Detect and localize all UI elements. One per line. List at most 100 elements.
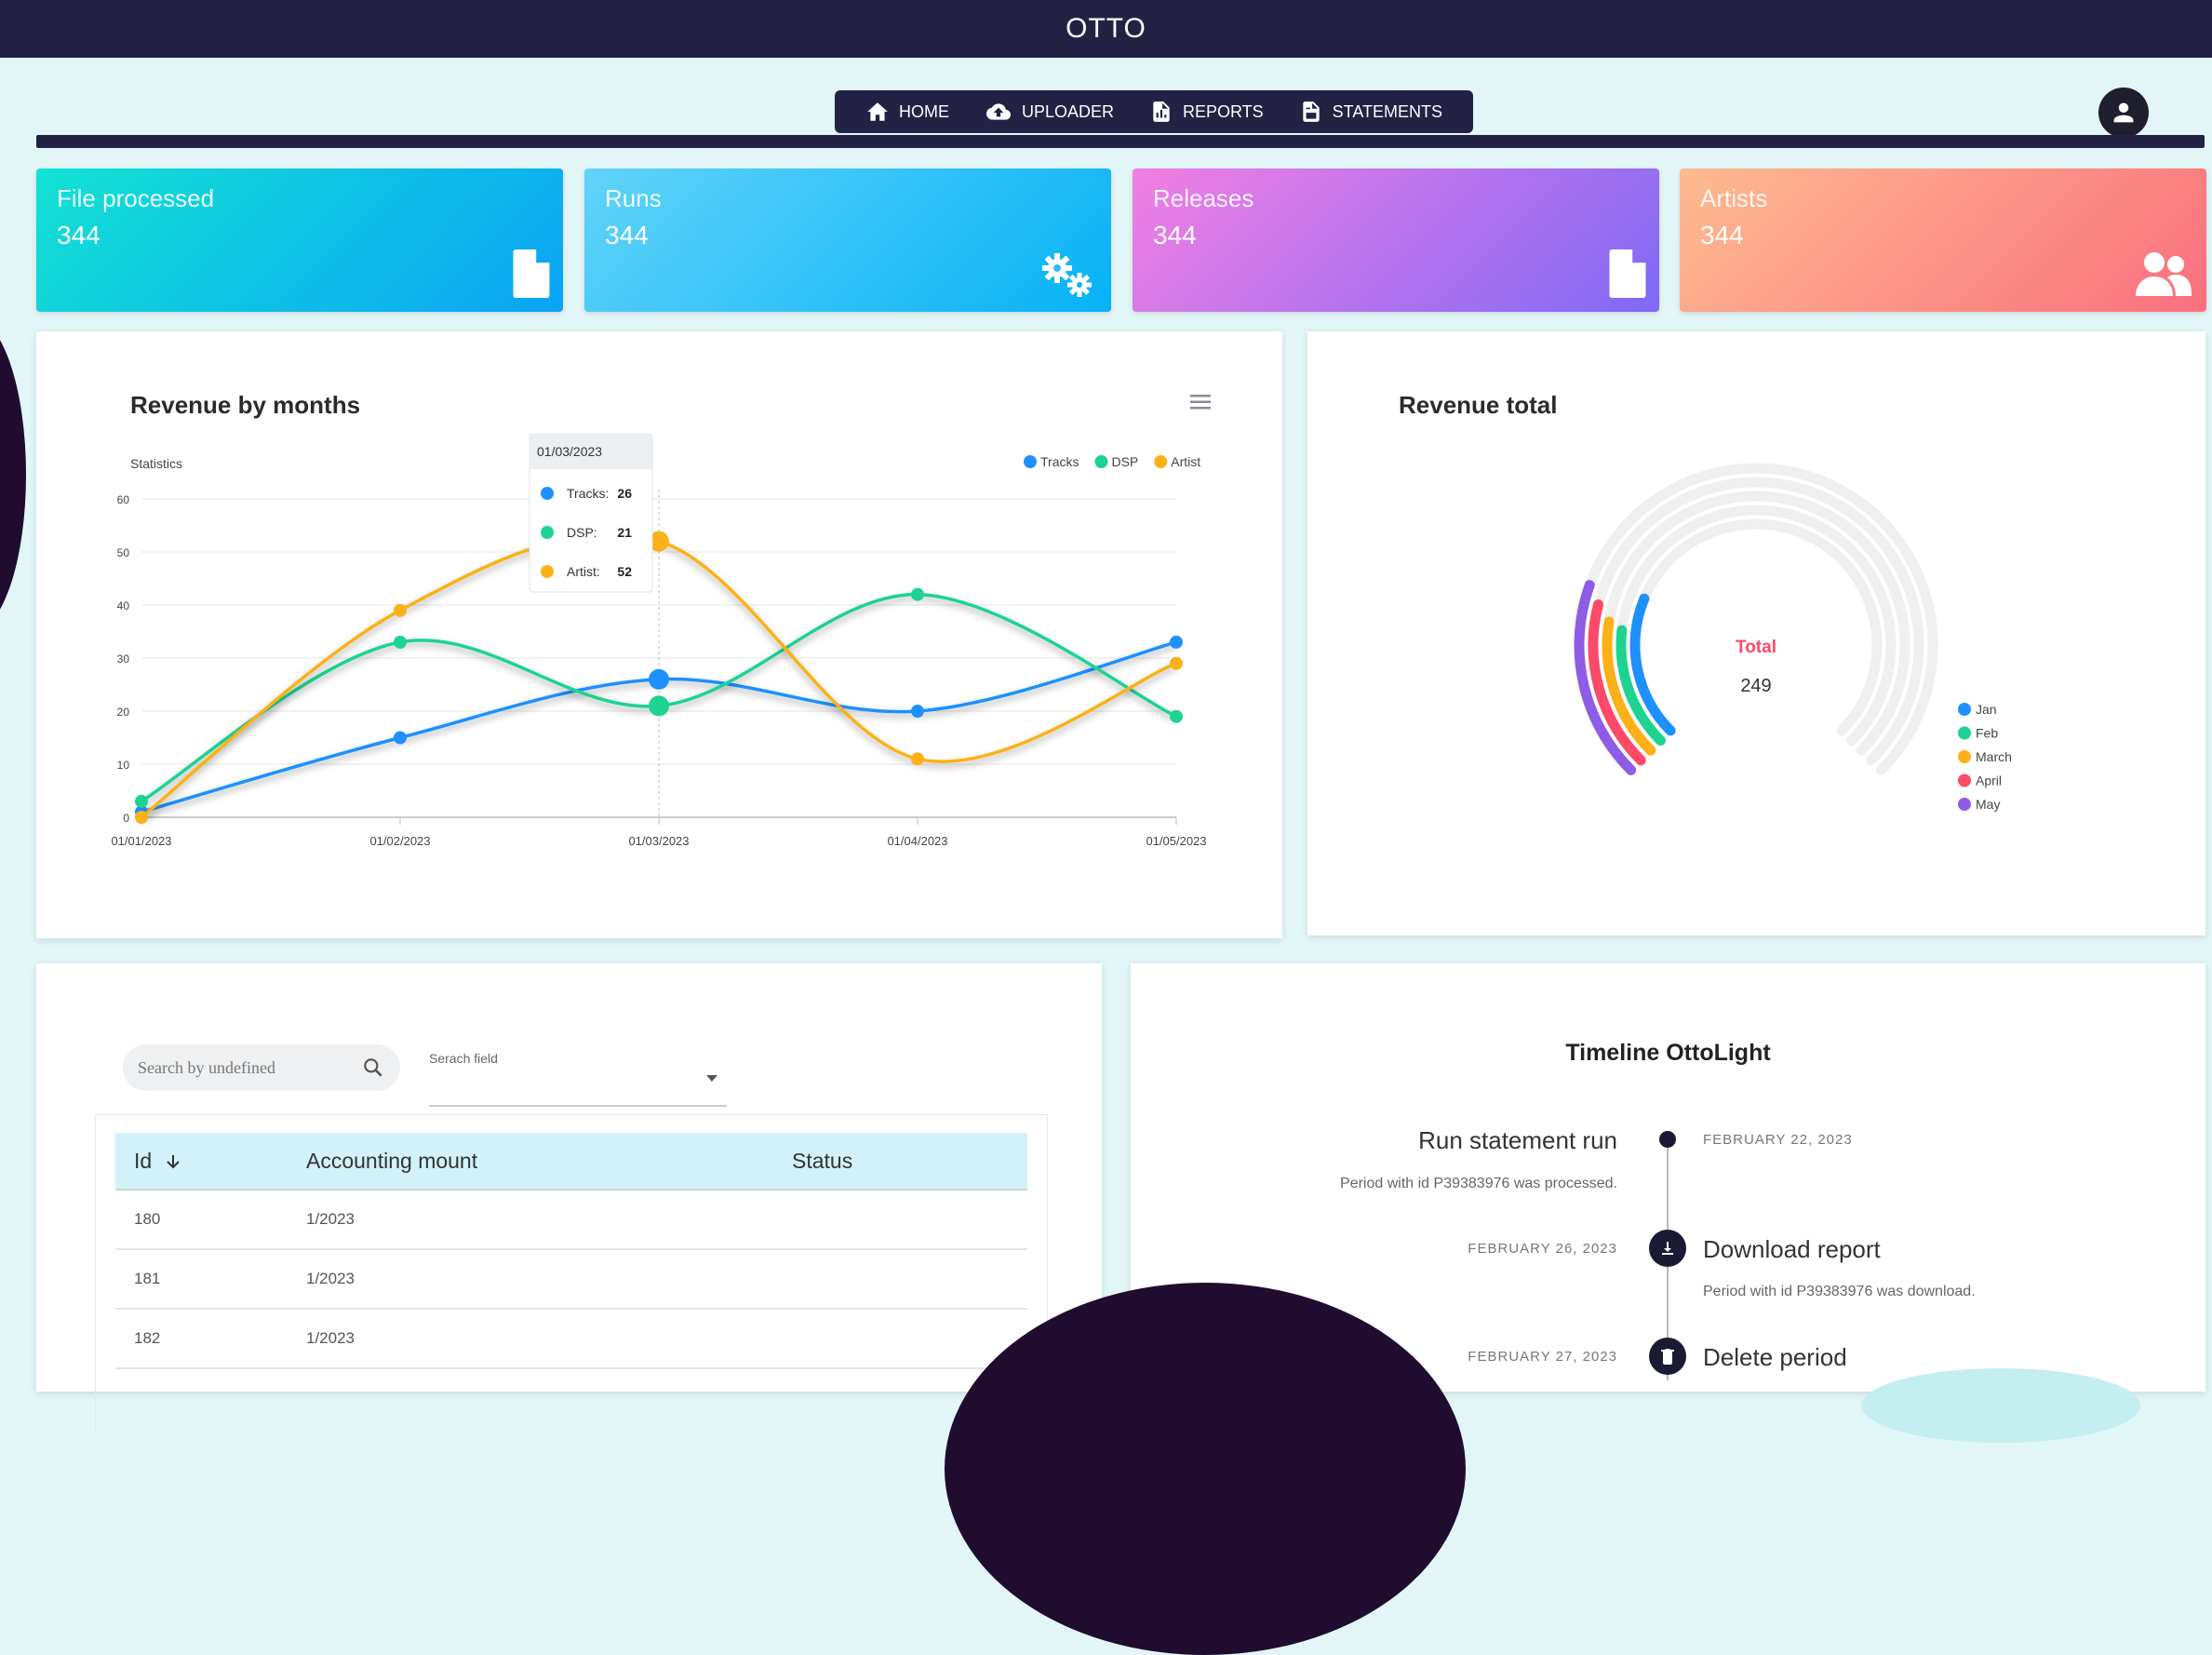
timeline-delete-button[interactable] [1649, 1338, 1686, 1375]
file-icon [513, 249, 550, 298]
file-icon [1609, 249, 1646, 298]
download-icon [1662, 1242, 1673, 1255]
column-header-status[interactable]: Status [791, 1133, 1027, 1191]
y-tick-label: 60 [117, 493, 130, 506]
timeline-event-title: Run statement run [1418, 1126, 1617, 1154]
x-tick-label: 01/05/2023 [1146, 834, 1206, 848]
y-tick-label: 30 [117, 653, 130, 666]
x-tick-label: 01/04/2023 [887, 834, 947, 848]
trash-icon [1661, 1349, 1674, 1365]
main-nav: HOME UPLOADER REPORTS STATEMENTS [835, 90, 1473, 133]
y-tick-label: 0 [123, 812, 129, 825]
search-icon [364, 1058, 382, 1077]
timeline-dot [1659, 1131, 1676, 1148]
data-point-dsp [394, 635, 407, 649]
tooltip-marker [541, 565, 554, 578]
data-point-tracks [911, 705, 924, 718]
nav-reports[interactable]: REPORTS [1149, 100, 1264, 124]
legend-marker [1958, 703, 1971, 716]
cell-amount: 1/2023 [305, 1309, 791, 1369]
data-point-artist [135, 811, 148, 824]
stat-card-runs: Runs 344 [584, 168, 1111, 312]
total-label: Total [1736, 638, 1776, 657]
data-point-tracks [1170, 635, 1183, 649]
column-header-accounting-mount[interactable]: Accounting mount [305, 1133, 791, 1191]
stat-label: Releases [1153, 184, 1254, 212]
column-id-label: Id [134, 1148, 153, 1173]
cell-status [791, 1190, 1027, 1250]
legend-marker [1958, 726, 1971, 740]
table-header-row: Id Accounting mount Status [115, 1133, 1027, 1191]
column-status-label: Status [792, 1148, 853, 1173]
timeline-event-date: FEBRUARY 27, 2023 [1468, 1349, 1617, 1365]
cell-amount: 1/2023 [305, 1190, 791, 1250]
gears-icon [1042, 253, 1092, 297]
arrow-down-icon [166, 1155, 180, 1169]
timeline-event-title: Delete period [1703, 1343, 1847, 1371]
nav-statements-label: STATEMENTS [1332, 101, 1442, 121]
revenue-total-card: Revenue total Total 249 Jan Feb March April Ma… [1307, 331, 2205, 935]
timeline-event-date: FEBRUARY 22, 2023 [1703, 1132, 1853, 1148]
tooltip-title: 01/03/2023 [537, 444, 602, 459]
revenue-line-chart: Statistics 0 10 20 30 40 50 60 01/01/2023 01/02/2… [111, 433, 1207, 848]
radial-track [1615, 505, 1897, 747]
cell-status [791, 1309, 1027, 1369]
decorative-blob-left [0, 316, 26, 633]
revenue-by-months-card: Revenue by months Statistics 0 10 20 30 40 50 6… [36, 331, 1282, 938]
search-placeholder: Search by undefined [138, 1057, 275, 1077]
timeline-event-title: Download report [1703, 1235, 1881, 1263]
legend-marker [1154, 455, 1168, 468]
stat-card-files-processed: File processed 344 [36, 168, 563, 312]
y-tick-label: 20 [117, 706, 130, 719]
timeline-event-date: FEBRUARY 26, 2023 [1468, 1241, 1617, 1257]
tooltip-series-name: DSP: [567, 525, 597, 540]
legend-marker [1094, 455, 1108, 468]
y-tick-label: 40 [117, 599, 130, 612]
nav-statements[interactable]: STATEMENTS [1299, 100, 1442, 124]
cell-amount: 1/2023 [305, 1249, 791, 1310]
stat-value: 344 [1700, 221, 1744, 249]
nav-uploader-label: UPLOADER [1021, 101, 1114, 121]
tooltip-marker [541, 487, 554, 500]
stat-value: 344 [57, 221, 101, 249]
decorative-blob-bottom [945, 1283, 1466, 1655]
legend-marker [1958, 750, 1971, 763]
y-tick-label: 50 [117, 546, 130, 559]
tooltip-series-value: 21 [617, 525, 632, 540]
nav-home[interactable]: HOME [865, 100, 949, 124]
data-point-tracks [394, 731, 407, 745]
table-row[interactable]: 181 1/2023 [115, 1249, 1027, 1310]
stat-card-releases: Releases 344 [1133, 168, 1659, 312]
home-icon [867, 102, 888, 121]
radial-track [1629, 518, 1883, 736]
tooltip-series-name: Tracks: [567, 486, 609, 501]
y-axis-label: Statistics [130, 456, 182, 471]
decorative-blob-teal [1861, 1368, 2140, 1443]
nav-divider [36, 135, 2205, 148]
tooltip-marker [541, 526, 554, 539]
legend-label: Jan [1976, 702, 1997, 717]
data-point-tracks [649, 668, 669, 690]
stat-label: File processed [57, 184, 215, 212]
legend-label: DSP [1111, 454, 1138, 469]
y-tick-label: 10 [117, 759, 130, 772]
table-row[interactable]: 182 1/2023 [115, 1309, 1027, 1369]
column-header-id[interactable]: Id [115, 1133, 305, 1191]
data-point-artist [911, 752, 924, 766]
data-point-artist [1170, 656, 1183, 670]
table-row[interactable]: 180 1/2023 [115, 1190, 1027, 1250]
app-title-bar: OTTO [0, 0, 2212, 58]
data-point-dsp [1170, 709, 1183, 723]
x-tick-label: 01/01/2023 [111, 834, 171, 848]
legend-label: Tracks [1040, 454, 1079, 469]
timeline-download-button[interactable] [1649, 1230, 1686, 1267]
nav-home-label: HOME [898, 101, 949, 121]
data-point-dsp [649, 695, 669, 717]
app-title: OTTO [1066, 13, 1146, 44]
search-input[interactable]: Search by undefined [123, 1044, 400, 1091]
user-avatar-button[interactable] [2098, 87, 2149, 138]
table-card: Search by undefined Serach field Id Acco… [36, 963, 1102, 1432]
nav-uploader[interactable]: UPLOADER [985, 100, 1114, 124]
search-field-select[interactable] [429, 1058, 727, 1107]
chevron-down-icon [706, 1075, 717, 1082]
